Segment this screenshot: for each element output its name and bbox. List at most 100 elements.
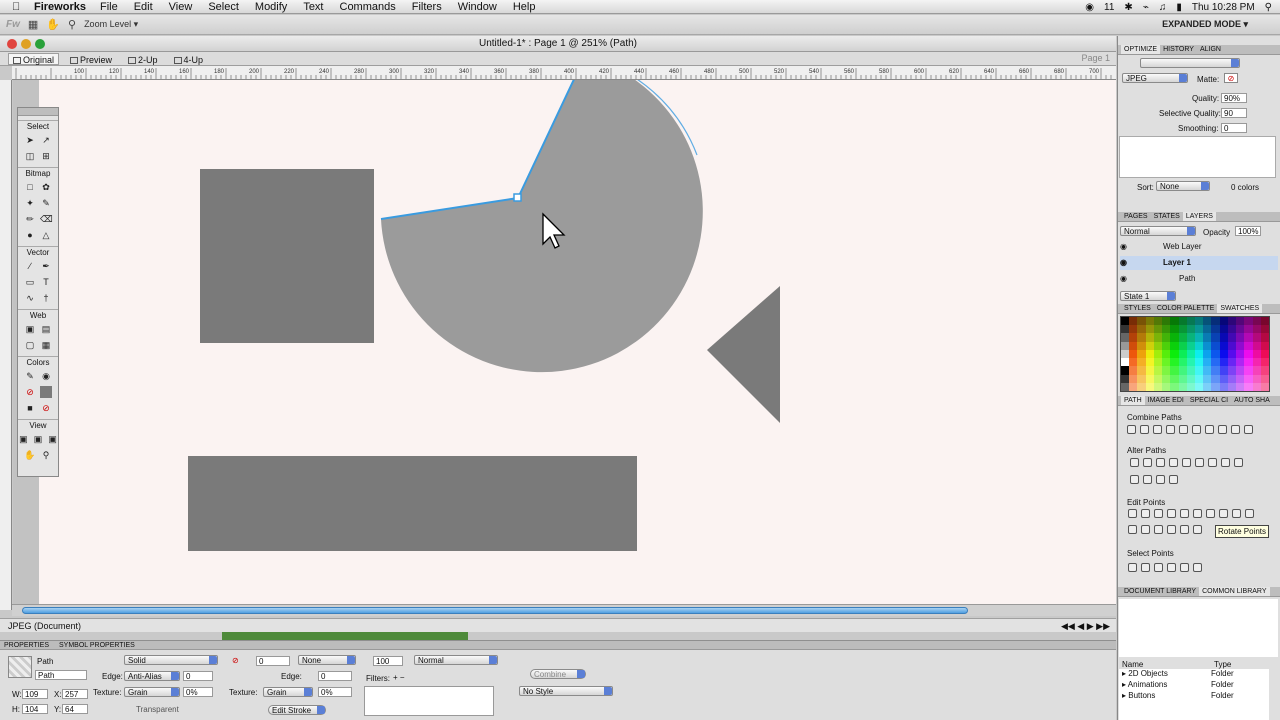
tab-optimize[interactable]: OPTIMIZE <box>1121 45 1161 54</box>
swatch-cell[interactable] <box>1186 341 1195 350</box>
swatch-cell[interactable] <box>1153 333 1163 342</box>
status-number[interactable]: 11 <box>1104 2 1114 13</box>
swatch-cell[interactable] <box>1227 349 1237 359</box>
menu-file[interactable]: File <box>100 1 118 13</box>
menu-modify[interactable]: Modify <box>255 1 287 13</box>
rectangle-tool-icon[interactable]: ▭ <box>24 276 36 288</box>
swatch-cell[interactable] <box>1145 341 1154 350</box>
style-dropdown[interactable]: No Style <box>519 686 613 696</box>
swatch-cell[interactable] <box>1121 374 1130 383</box>
stroke-type-dropdown[interactable]: None <box>298 655 356 665</box>
swatch-cell[interactable] <box>1195 341 1204 350</box>
tab-document-library[interactable]: DOCUMENT LIBRARY <box>1121 587 1199 596</box>
menu-select[interactable]: Select <box>208 1 239 13</box>
path-point-handle[interactable] <box>513 193 522 202</box>
edit-points-buttons[interactable] <box>1128 509 1254 518</box>
swatch-cell[interactable] <box>1211 317 1220 326</box>
swatch-cell[interactable] <box>1137 333 1146 342</box>
swatch-cell[interactable] <box>1244 358 1253 367</box>
eyedropper-tool-icon[interactable]: ✎ <box>24 370 36 382</box>
swatch-cell[interactable] <box>1203 341 1212 350</box>
swatch-cell[interactable] <box>1195 317 1204 326</box>
swatch-cell[interactable] <box>1203 349 1212 359</box>
swatch-cell[interactable] <box>1195 358 1204 367</box>
swatch-cell[interactable] <box>1121 382 1130 391</box>
swatch-cell[interactable] <box>1178 358 1187 367</box>
swatch-cell[interactable] <box>1170 382 1179 391</box>
swatch-cell[interactable] <box>1244 382 1253 391</box>
swatch-cell[interactable] <box>1211 358 1220 367</box>
blur-tool-icon[interactable]: ● <box>24 229 36 241</box>
swatch-cell[interactable] <box>1170 349 1179 359</box>
swatch-cell[interactable] <box>1186 374 1195 383</box>
tab-image-edit[interactable]: IMAGE EDI <box>1145 396 1187 405</box>
menu-commands[interactable]: Commands <box>340 1 396 13</box>
swatch-cell[interactable] <box>1145 317 1154 326</box>
width-field[interactable]: 109 <box>22 689 48 699</box>
swatch-cell[interactable] <box>1236 374 1245 383</box>
swatch-cell[interactable] <box>1203 333 1212 342</box>
swatch-cell[interactable] <box>1121 341 1130 350</box>
swatch-cell[interactable] <box>1260 341 1269 350</box>
swatch-cell[interactable] <box>1260 349 1269 359</box>
brush-tool-icon[interactable]: ✎ <box>40 197 52 209</box>
swatch-cell[interactable] <box>1227 341 1237 350</box>
swatch-cell[interactable] <box>1211 366 1220 375</box>
swatch-cell[interactable] <box>1178 325 1187 334</box>
full-screen-icon[interactable]: ▣ <box>47 433 58 445</box>
library-row[interactable]: ▸ Buttons Folder <box>1119 691 1269 702</box>
swatch-cell[interactable] <box>1219 341 1228 350</box>
hide-slices-icon[interactable]: ▢ <box>24 339 36 351</box>
edit-stroke-button[interactable]: Edit Stroke <box>268 705 326 715</box>
swatch-cell[interactable] <box>1129 374 1138 383</box>
swatch-cell[interactable] <box>1178 366 1187 375</box>
library-col-type[interactable]: Type <box>1214 660 1231 669</box>
minimize-icon[interactable] <box>21 39 31 49</box>
swatch-cell[interactable] <box>1186 358 1195 367</box>
selective-quality-field[interactable]: 90 <box>1221 108 1247 118</box>
swatch-cell[interactable] <box>1195 374 1204 383</box>
tab-layers[interactable]: LAYERS <box>1182 212 1216 221</box>
swatch-cell[interactable] <box>1145 374 1154 383</box>
square-shape[interactable] <box>200 169 374 343</box>
rectangle-shape[interactable] <box>188 456 637 551</box>
stamp-tool-icon[interactable]: △ <box>40 229 52 241</box>
swatch-cell[interactable] <box>1145 349 1154 359</box>
smoothing-field[interactable]: 0 <box>1221 123 1247 133</box>
swatch-cell[interactable] <box>1145 333 1154 342</box>
swatch-cell[interactable] <box>1219 333 1228 342</box>
hand-tool-icon[interactable]: ✋ <box>24 449 36 461</box>
swatch-cell[interactable] <box>1170 341 1179 350</box>
layer-blend-dropdown[interactable]: Normal <box>1120 226 1196 236</box>
swatch-cell[interactable] <box>1227 325 1237 334</box>
tab-path[interactable]: PATH <box>1121 396 1145 405</box>
combine-paths-buttons[interactable] <box>1127 425 1253 434</box>
swatch-cell[interactable] <box>1236 366 1245 375</box>
swatch-cell[interactable] <box>1227 358 1237 367</box>
swatch-cell[interactable] <box>1203 366 1212 375</box>
swatch-cell[interactable] <box>1162 358 1171 367</box>
optimize-preset-dropdown[interactable] <box>1140 58 1240 68</box>
swatch-cell[interactable] <box>1162 374 1171 383</box>
slice-tool-icon[interactable]: ▤ <box>40 323 52 335</box>
pie-shape[interactable] <box>381 80 703 373</box>
marquee-tool-icon[interactable]: □ <box>24 181 36 193</box>
tab-special-characters[interactable]: SPECIAL CI <box>1187 396 1231 405</box>
swatch-cell[interactable] <box>1162 382 1171 391</box>
swatch-cell[interactable] <box>1178 349 1187 359</box>
swatch-cell[interactable] <box>1219 358 1228 367</box>
swatch-cell[interactable] <box>1153 366 1163 375</box>
swatch-cell[interactable] <box>1162 366 1171 375</box>
swatch-cell[interactable] <box>1236 358 1245 367</box>
swatch-cell[interactable] <box>1227 374 1237 383</box>
swatch-cell[interactable] <box>1153 358 1163 367</box>
layer-row-layer1[interactable]: ◉ Layer 1 <box>1120 256 1278 270</box>
status-icon[interactable]: ◉ <box>1085 2 1094 13</box>
swatch-cell[interactable] <box>1260 374 1269 383</box>
swatch-cell[interactable] <box>1170 317 1179 326</box>
swatch-cell[interactable] <box>1244 325 1253 334</box>
swatch-cell[interactable] <box>1211 382 1220 391</box>
menu-window[interactable]: Window <box>458 1 497 13</box>
texture-amount-field[interactable]: 0% <box>183 687 213 697</box>
swatch-cell[interactable] <box>1244 374 1253 383</box>
